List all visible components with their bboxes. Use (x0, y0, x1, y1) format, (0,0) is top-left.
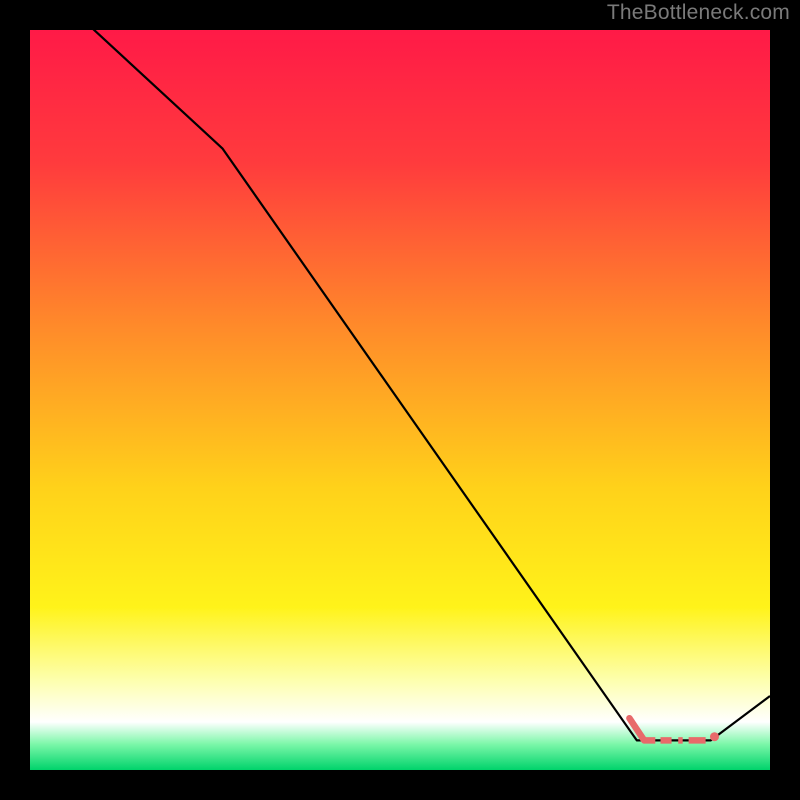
chart-background (30, 30, 770, 770)
chart-container: TheBottleneck.com (0, 0, 800, 800)
plot-area (30, 30, 770, 770)
attribution-text: TheBottleneck.com (607, 1, 790, 25)
chart-svg (30, 30, 770, 770)
